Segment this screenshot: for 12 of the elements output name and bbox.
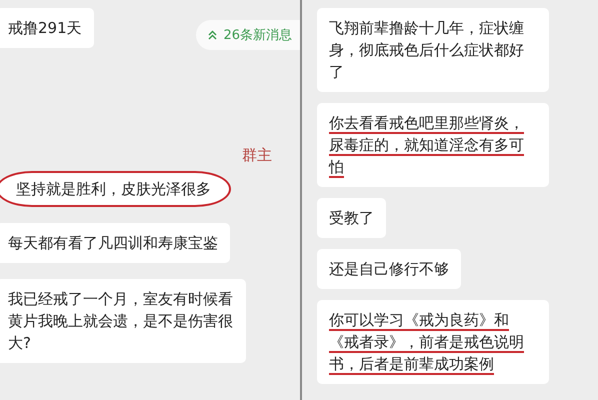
chat-message: 我已经戒了一个月，室友有时候看黄片我晚上就会遗，是不是伤害很大? xyxy=(0,279,246,363)
annotation-text: 群主 xyxy=(242,146,272,165)
chat-message: 飞翔前辈撸龄十几年，症状缠身，彻底戒色后什么症状都好了 xyxy=(317,8,549,92)
chat-message: 你去看看戒色吧里那些肾炎，尿毒症的，就知道淫念有多可怕 xyxy=(317,103,549,187)
new-messages-button[interactable]: 26条新消息 xyxy=(196,20,300,50)
chat-message: 坚持就是胜利，皮肤光泽很多 xyxy=(0,171,231,207)
chevrons-up-icon xyxy=(208,30,218,40)
chat-message: 还是自己修行不够 xyxy=(317,249,461,289)
chat-message: 每天都有看了凡四训和寿康宝鉴 xyxy=(0,223,230,263)
chat-message: 戒撸291天 xyxy=(0,8,94,48)
chat-message: 受教了 xyxy=(317,198,386,238)
chat-message: 你可以学习《戒为良药》和《戒者录》，前者是戒色说明书，后者是前辈成功案例 xyxy=(317,300,549,384)
